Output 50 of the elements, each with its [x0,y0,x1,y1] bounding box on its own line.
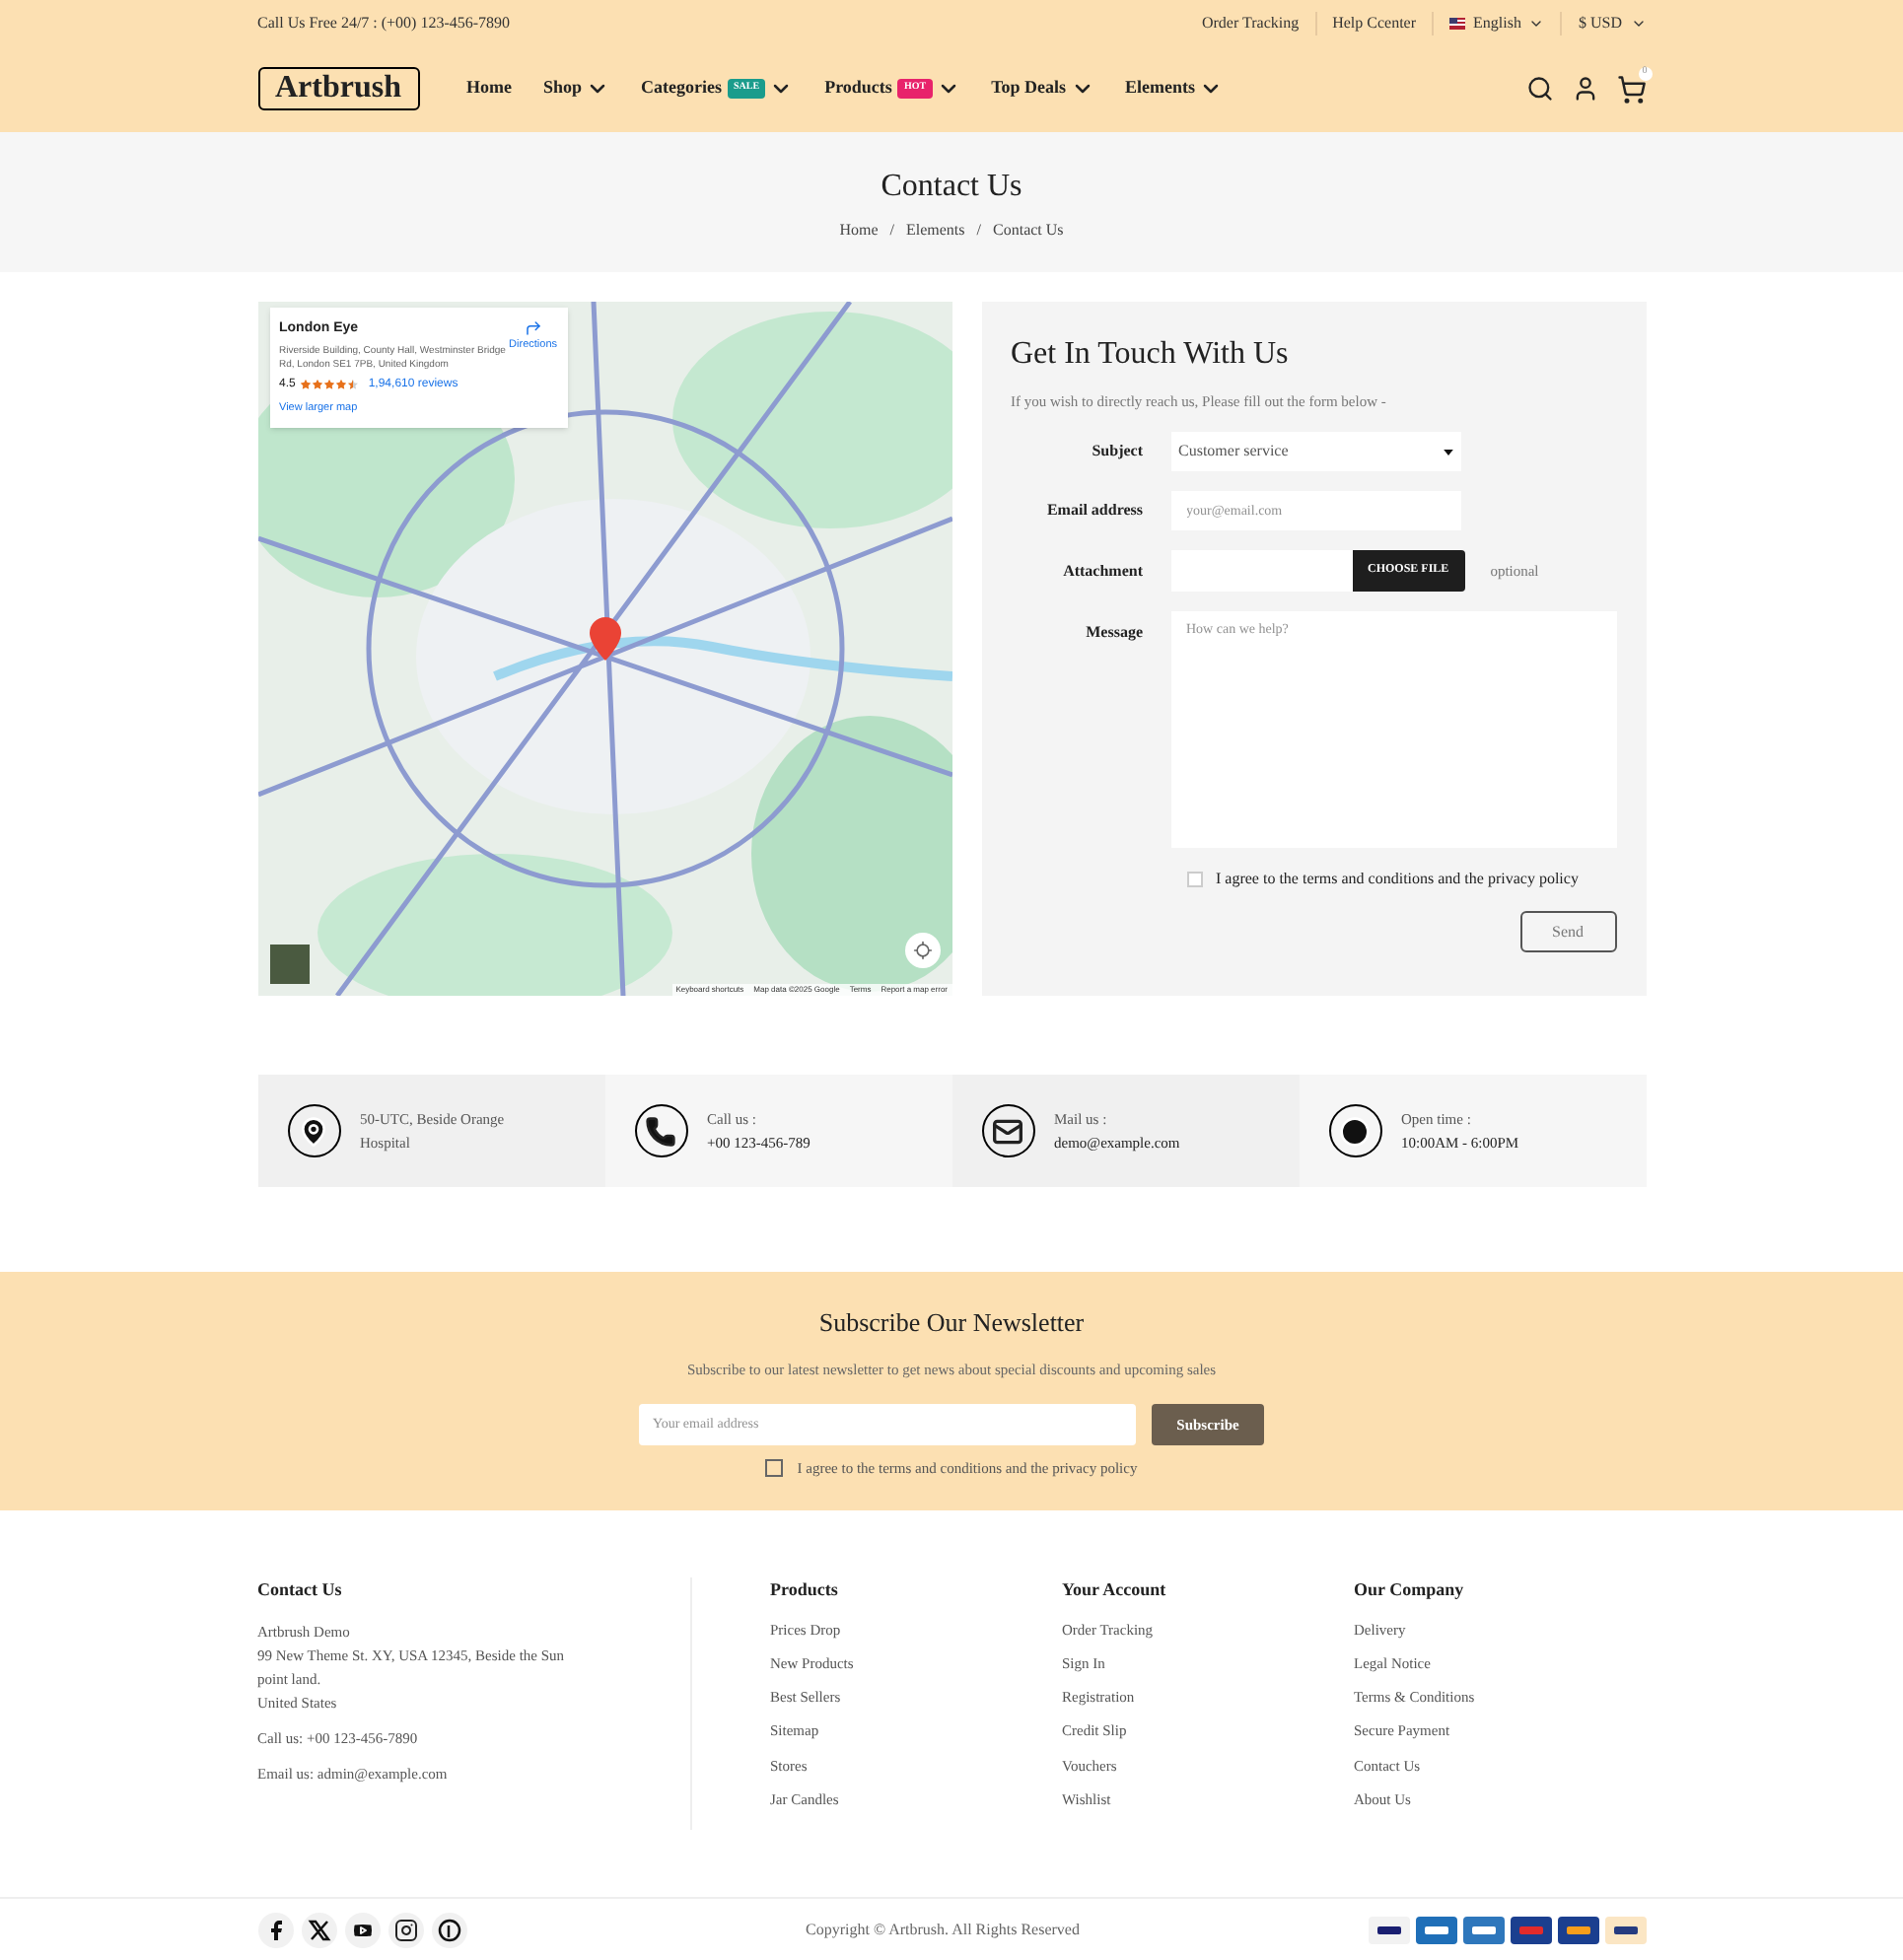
phone-icon [645,1115,676,1147]
currency-selector[interactable]: $ USD [1562,11,1646,35]
breadcrumb-link[interactable]: Home [839,218,879,242]
phone-text: Call Us Free 24/7 : (+00) 123-456-7890 [257,11,511,35]
instagram-icon[interactable] [388,1913,423,1948]
field-label: Subject [1090,440,1143,464]
facebook-icon[interactable] [257,1913,293,1948]
page-title: Contact Us [881,167,1022,206]
footer-heading: Our Company [1354,1577,1466,1603]
mail-icon [992,1115,1023,1147]
caret-icon [1443,449,1452,455]
x-icon[interactable] [301,1913,336,1948]
breadcrumb-separator: / [889,218,894,242]
nav-link[interactable]: Top Deals [991,75,1066,103]
youtube-icon[interactable] [344,1913,380,1948]
newsletter-title: Subscribe Our Newsletter [818,1305,1085,1341]
search-icon[interactable] [1525,75,1553,103]
map-pin-icon [298,1115,329,1147]
agree-checkbox[interactable] [1186,872,1202,888]
top-link[interactable]: Order Tracking [1185,11,1317,35]
flag-icon [1449,17,1466,29]
footer-heading: Contact Us [257,1577,344,1601]
nav-link[interactable]: Home [466,75,513,103]
subject-select[interactable]: Customer service [1170,432,1460,472]
footer-heading: Products [770,1577,840,1603]
field-label: Attachment [1061,559,1143,584]
breadcrumb-link[interactable]: Contact Us [993,218,1064,242]
nav-link[interactable]: Elements [1125,75,1195,103]
breadcrumb-separator: / [976,218,982,242]
field-label: Email address [1044,499,1143,524]
nav-link[interactable]: Shop [543,75,583,103]
agree-label: I agree to the terms and conditions and the privacy policy [1216,868,1579,892]
logo[interactable]: Artbrush [257,67,420,110]
newsletter-agree-checkbox[interactable] [765,1458,784,1477]
field-label: Message [1084,621,1143,646]
cart-icon[interactable] [1616,74,1646,104]
file-field[interactable] [1170,550,1352,593]
nav-link[interactable]: Products [824,75,892,103]
copyright: Copyright © Artbrush. All Rights Reserved [806,1919,1080,1942]
language-selector[interactable]: English [1434,11,1563,35]
directions-icon [524,319,542,337]
top-link[interactable]: Help Ccenter [1316,11,1435,35]
form-title: Get In Touch With Us [1011,335,1291,375]
account-icon[interactable] [1571,75,1598,103]
footer-heading: Your Account [1062,1577,1168,1603]
locate-icon [912,941,932,960]
nav-link[interactable]: Categories [641,75,723,103]
send-button[interactable]: Send [1519,911,1616,953]
half-star-icon [346,379,359,390]
breadcrumb-link[interactable]: Elements [906,218,965,242]
